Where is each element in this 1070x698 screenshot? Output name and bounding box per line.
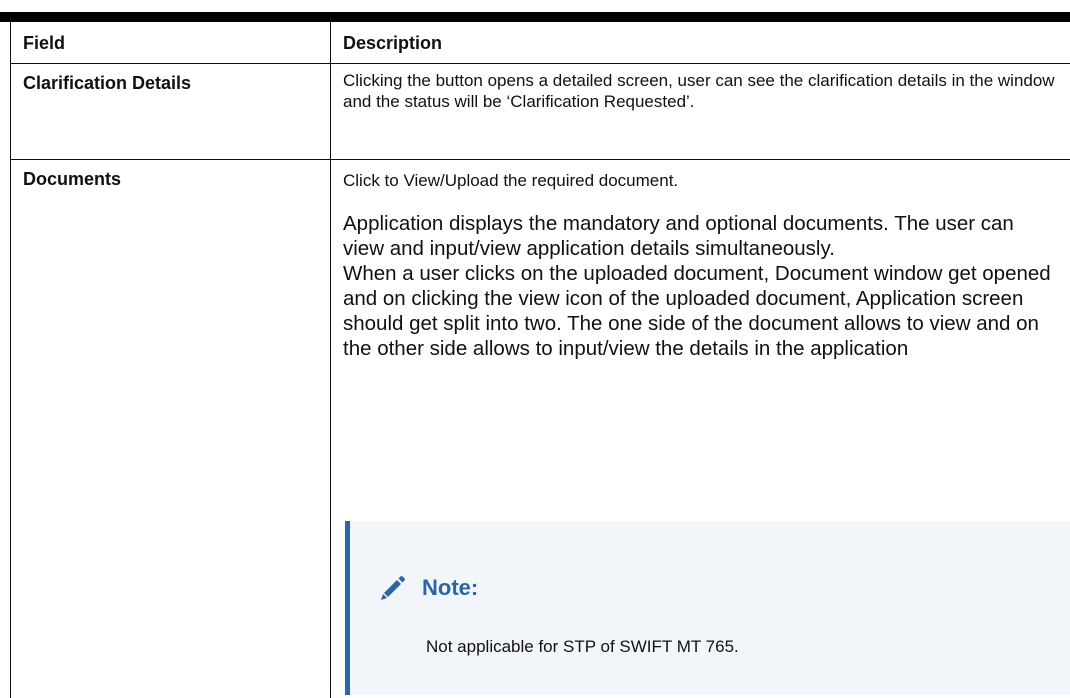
header-description: Description bbox=[331, 22, 1070, 64]
row-clarification-field: Clarification Details bbox=[10, 64, 331, 160]
documents-body-2: When a user clicks on the uploaded docum… bbox=[343, 262, 1051, 360]
row-clarification-description: Clicking the button opens a detailed scr… bbox=[331, 64, 1070, 160]
note-text: Not applicable for STP of SWIFT MT 765. bbox=[426, 637, 739, 656]
note-title: Note: bbox=[422, 575, 479, 600]
documents-intro: Click to View/Upload the required docume… bbox=[343, 171, 679, 190]
top-rule bbox=[0, 12, 1070, 22]
header-field: Field bbox=[10, 22, 331, 64]
row-documents-field: Documents bbox=[10, 160, 331, 698]
documents-body: Application displays the mandatory and o… bbox=[343, 211, 1058, 361]
document-page: Field Description Clarification Details … bbox=[0, 0, 1070, 698]
pencil-icon bbox=[381, 576, 405, 600]
documents-body-1: Application displays the mandatory and o… bbox=[343, 212, 1014, 260]
note-header: Note: bbox=[376, 571, 478, 605]
note-box: Note: Not applicable for STP of SWIFT MT… bbox=[345, 521, 1070, 695]
